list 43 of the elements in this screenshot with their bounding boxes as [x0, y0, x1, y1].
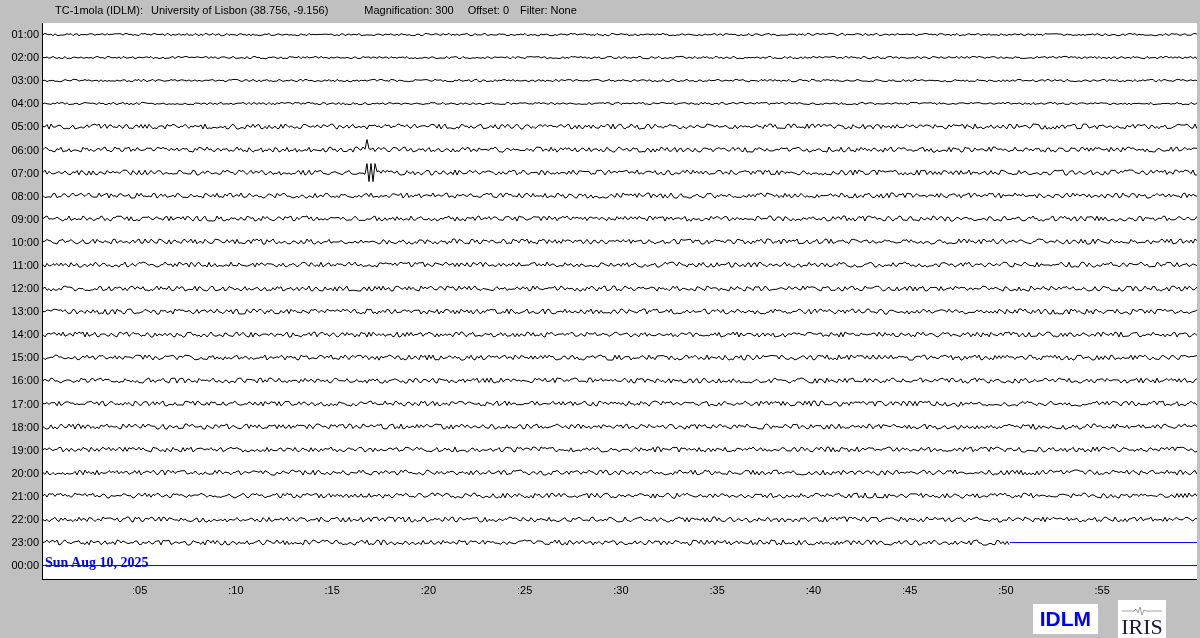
hour-label: 06:00 [10, 142, 40, 158]
hour-label: 10:00 [10, 234, 40, 250]
filter-label: Filter: None [520, 3, 577, 16]
minute-tick-label: :30 [613, 583, 629, 596]
hour-label: 00:00 [10, 558, 40, 574]
hour-label: 03:00 [10, 73, 40, 89]
minute-tick-label: :55 [1094, 583, 1110, 596]
minute-tick-label: :20 [420, 583, 436, 596]
hour-label: 12:00 [10, 281, 40, 297]
hour-label: 21:00 [10, 488, 40, 504]
hour-label: 22:00 [10, 512, 40, 528]
hour-label: 09:00 [10, 211, 40, 227]
hour-label: 04:00 [10, 96, 40, 112]
minute-tick-label: :45 [901, 583, 918, 596]
minute-tick-label: :10 [228, 583, 244, 596]
minute-tick-label: :50 [998, 583, 1014, 596]
seismogram-icon [1122, 606, 1162, 616]
hour-label: 14:00 [10, 327, 40, 343]
hour-label: 08:00 [10, 188, 40, 204]
hour-label: 01:00 [10, 27, 40, 43]
minute-tick-label: :35 [709, 583, 725, 596]
minute-tick-label: :05 [131, 583, 148, 596]
hour-label: 15:00 [10, 350, 40, 366]
minute-tick-label: :25 [516, 583, 533, 596]
hour-label: 16:00 [10, 373, 40, 389]
hour-label: 23:00 [10, 535, 40, 551]
hour-label: 13:00 [10, 304, 40, 320]
hour-label: 19:00 [10, 442, 40, 458]
station-location: University of Lisbon (38.756, -9.156) [151, 3, 329, 16]
network-logo: IRIS [1118, 600, 1166, 638]
hour-label: 17:00 [10, 396, 40, 412]
offset-label: Offset: 0 [467, 3, 509, 16]
station-logo: IDLM [1032, 604, 1098, 634]
station-name: TC-1mola (IDLM): [55, 3, 143, 16]
hour-label: 18:00 [10, 419, 40, 435]
hour-label: 07:00 [10, 165, 40, 181]
hour-label: 20:00 [10, 465, 40, 481]
minute-tick-label: :40 [805, 583, 821, 596]
hour-label: 11:00 [11, 258, 40, 273]
magnification-label: Magnification: 300 [364, 3, 454, 16]
hour-label: 05:00 [10, 119, 40, 135]
hour-label: 02:00 [10, 50, 40, 66]
minute-tick-label: :15 [324, 583, 340, 596]
